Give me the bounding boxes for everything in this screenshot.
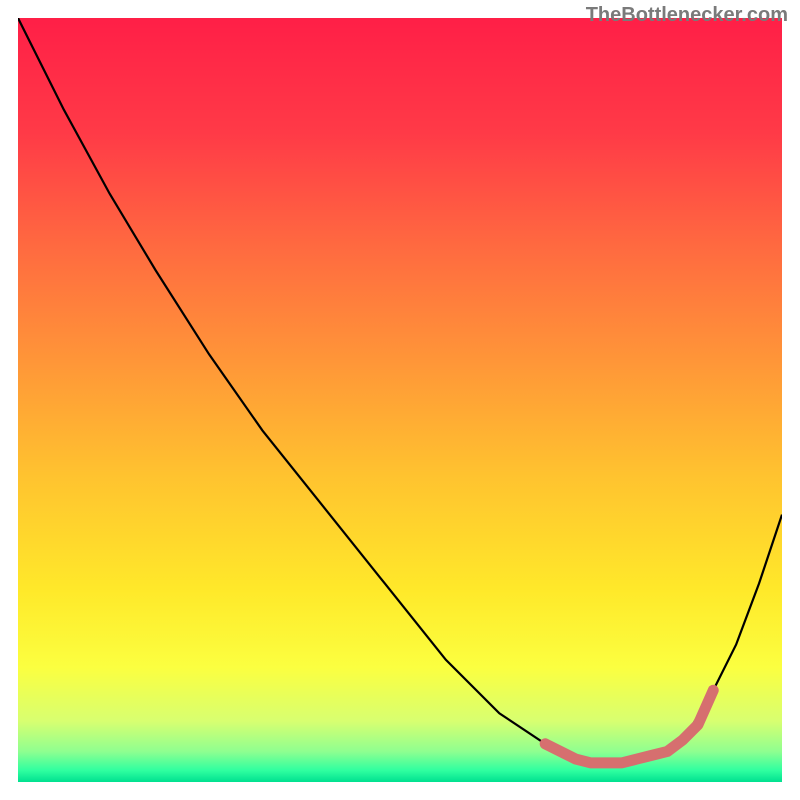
chart-background: [18, 18, 782, 782]
chart-plot-area: [18, 18, 782, 782]
attribution-text: TheBottlenecker.com: [586, 4, 788, 27]
chart-svg: [18, 18, 782, 782]
